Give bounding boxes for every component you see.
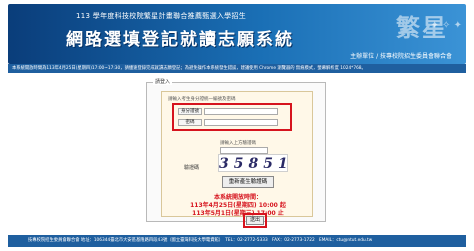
open-time-end: 113年5月1日(星期三) 17:00 止 [192, 210, 284, 217]
logout-button[interactable]: 送出 [246, 216, 264, 225]
site-header: 113 學年度科技校院繁星計畫聯合推薦甄選入學招生 網路選填登記就讀志願系統 主… [8, 4, 466, 64]
password-field-label: 密碼 [178, 119, 202, 126]
regenerate-captcha-button[interactable]: 重新產生驗證碼 [222, 176, 274, 188]
login-instruction: 請輸入考生身分證統一編號及密碼 [168, 97, 236, 102]
id-field-label: 身分證號 [178, 108, 202, 115]
captcha-image: 35851 [218, 154, 293, 172]
id-field[interactable] [204, 108, 278, 115]
site-footer: 技專校院招生委員會聯合會 地址：106344臺北市大安區基隆路四段43號（國立臺… [8, 235, 466, 247]
captcha-hint: 請輸入上方驗證碼 [220, 141, 256, 146]
captcha-label: 驗證碼 [184, 165, 200, 171]
header-year-line: 113 學年度科技校院繁星計畫聯合推薦甄選入學招生 [76, 12, 247, 20]
login-panel: 請登入 請輸入考生身分證統一編號及密碼 身分證號 密碼 請輸入上方驗證碼 驗證碼… [146, 78, 326, 228]
notice-bar: 本系統開放時間為113年4月25日(星期四)17:00~17:30，請儘速登錄完… [8, 64, 466, 73]
star-icon: ✦ ✧ ✦ [430, 20, 463, 31]
login-form: 請輸入考生身分證統一編號及密碼 身分證號 密碼 請輸入上方驗證碼 驗證碼 358… [161, 91, 313, 228]
panel-legend: 請登入 [153, 78, 173, 85]
captcha-input[interactable] [220, 147, 268, 154]
system-title: 網路選填登記就讀志願系統 [66, 30, 294, 50]
organizer-label: 主辦單位 / 技專校院招生委員會聯合會 [350, 53, 452, 60]
password-field[interactable] [204, 119, 278, 126]
